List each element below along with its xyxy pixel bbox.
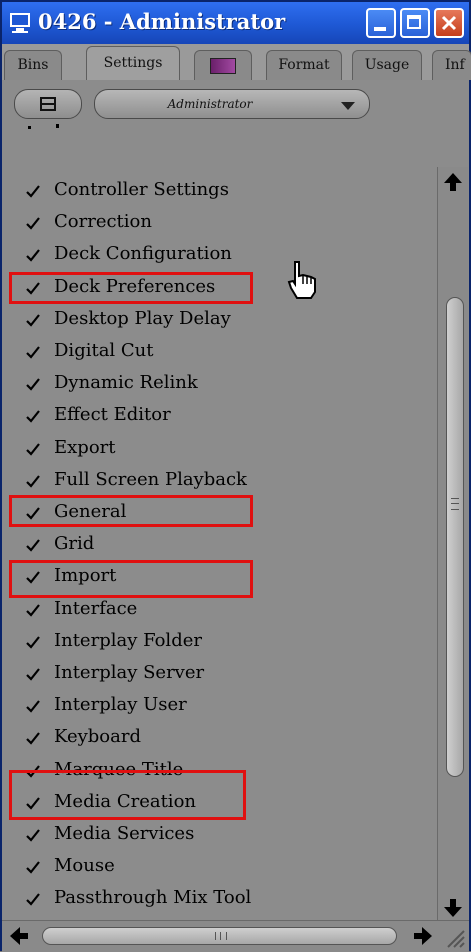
- user-dropdown[interactable]: Administrator: [94, 89, 370, 119]
- checkmark-icon: [26, 603, 40, 617]
- grip-icon: [215, 932, 227, 940]
- settings-item-label: Interface: [54, 597, 138, 619]
- settings-item-label: Interplay User: [54, 694, 187, 716]
- checkmark-icon: [26, 668, 40, 681]
- scroll-right-icon[interactable]: [412, 925, 434, 947]
- title-bar[interactable]: 0426 - Administrator: [2, 2, 469, 44]
- settings-item-label: Digital Cut: [54, 340, 154, 361]
- checkmark-icon: [26, 700, 40, 713]
- settings-list-item[interactable]: Interplay Server: [4, 659, 434, 689]
- horizontal-scrollbar[interactable]: [2, 920, 469, 952]
- settings-list-item[interactable]: Interplay Folder: [4, 627, 434, 657]
- checkmark-icon: [26, 217, 40, 230]
- vertical-scroll-thumb[interactable]: [446, 297, 464, 777]
- settings-list-item[interactable]: Grid: [4, 530, 434, 560]
- tab-color[interactable]: [194, 50, 252, 80]
- settings-item-label: Interplay Server: [54, 662, 205, 683]
- checkmark-icon: [26, 829, 40, 842]
- settings-list-item[interactable]: Controller Settings: [4, 176, 434, 206]
- settings-list-item[interactable]: Export: [4, 434, 434, 464]
- settings-list-item[interactable]: Dynamic Relink: [4, 369, 434, 399]
- tab-bins[interactable]: Bins: [4, 50, 62, 80]
- maximize-icon: [407, 15, 421, 29]
- hand-pointer-icon: [287, 261, 316, 299]
- settings-item-label: Deck Configuration: [54, 243, 232, 265]
- color-swatch-icon: [210, 58, 236, 74]
- highlight-import: [9, 560, 253, 598]
- list-top-fragment: [28, 124, 82, 134]
- close-button[interactable]: [434, 8, 464, 38]
- checkmark-icon: [26, 732, 40, 746]
- settings-list-item[interactable]: Full Screen Playback: [4, 466, 434, 496]
- highlight-media-creation: [9, 770, 246, 820]
- settings-item-label: Export: [54, 436, 116, 458]
- checkmark-icon: [26, 636, 40, 649]
- checkmark-icon: [26, 249, 40, 263]
- tab-settings[interactable]: Settings: [86, 46, 180, 80]
- bin-view-button[interactable]: [14, 89, 82, 119]
- checkmark-icon: [26, 185, 40, 198]
- horizontal-scroll-thumb[interactable]: [42, 927, 397, 945]
- checkmark-icon: [26, 475, 40, 488]
- scroll-up-icon[interactable]: [442, 171, 464, 193]
- window-title: 0426 - Administrator: [38, 9, 286, 34]
- settings-item-label: Effect Editor: [54, 404, 171, 426]
- checkmark-icon: [26, 442, 40, 456]
- toolbar: Administrator: [2, 80, 469, 124]
- settings-item-label: Correction: [54, 211, 152, 233]
- tab-strip: Bins Settings Format Usage Inf: [2, 44, 471, 81]
- monitor-icon: [10, 13, 30, 33]
- checkmark-icon: [26, 378, 40, 391]
- checkmark-icon: [26, 861, 40, 874]
- minimize-button[interactable]: [366, 8, 396, 38]
- settings-list-item[interactable]: Deck Configuration: [4, 240, 434, 270]
- scroll-down-icon[interactable]: [442, 897, 464, 919]
- settings-item-label: Full Screen Playback: [54, 468, 247, 490]
- resize-grip-icon[interactable]: [442, 925, 466, 949]
- vertical-scrollbar[interactable]: [437, 167, 468, 927]
- chevron-down-icon: [341, 102, 355, 110]
- close-icon: [441, 15, 457, 31]
- settings-list-item[interactable]: Media Services: [4, 820, 434, 850]
- settings-item-label: Desktop Play Delay: [54, 307, 231, 329]
- settings-item-label: Media Services: [54, 823, 195, 844]
- tab-info[interactable]: Inf: [432, 50, 471, 80]
- settings-item-label: Mouse: [54, 855, 115, 877]
- settings-window: 0426 - Administrator Bins Settings Forma…: [0, 0, 471, 952]
- checkmark-icon: [26, 410, 40, 424]
- settings-list-item[interactable]: Interplay User: [4, 691, 434, 721]
- checkmark-icon: [26, 539, 40, 552]
- settings-list-item[interactable]: Interface: [4, 595, 434, 625]
- settings-item-label: Dynamic Relink: [54, 372, 198, 394]
- scroll-left-icon[interactable]: [8, 925, 30, 947]
- list-view-icon: [40, 97, 56, 111]
- settings-item-label: Controller Settings: [54, 179, 229, 200]
- checkmark-icon: [26, 346, 40, 359]
- minimize-icon: [374, 27, 386, 31]
- tab-format[interactable]: Format: [266, 50, 342, 80]
- settings-item-label: Interplay Folder: [54, 629, 202, 651]
- settings-item-label: Keyboard: [54, 726, 142, 748]
- settings-list-item[interactable]: Mouse: [4, 852, 434, 882]
- highlight-general: [9, 495, 253, 527]
- settings-item-label: Grid: [54, 533, 95, 555]
- maximize-button[interactable]: [400, 8, 430, 38]
- settings-item-label: Passthrough Mix Tool: [54, 887, 252, 909]
- checkmark-icon: [26, 314, 40, 327]
- checkmark-icon: [26, 893, 40, 907]
- settings-list-item[interactable]: Correction: [4, 208, 434, 238]
- user-dropdown-value: Administrator: [167, 97, 253, 111]
- settings-list-item[interactable]: Desktop Play Delay: [4, 305, 434, 335]
- grip-icon: [451, 498, 459, 510]
- tab-usage[interactable]: Usage: [352, 50, 422, 80]
- settings-list-item[interactable]: Keyboard: [4, 723, 434, 753]
- settings-list-item[interactable]: Digital Cut: [4, 337, 434, 367]
- highlight-deck-preferences: [9, 272, 253, 304]
- settings-list-item[interactable]: Passthrough Mix Tool: [4, 884, 434, 914]
- settings-list-item[interactable]: Effect Editor: [4, 401, 434, 431]
